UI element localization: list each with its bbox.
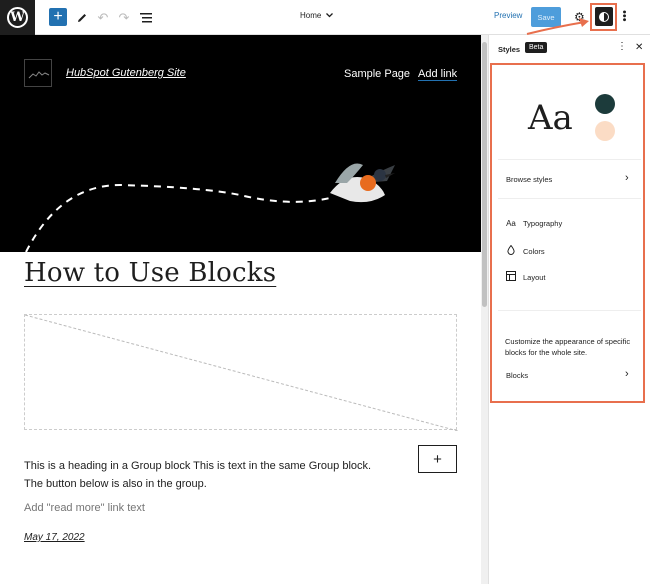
preview-typography: Aa — [528, 98, 573, 138]
palette-swatch-primary — [595, 94, 615, 114]
half-circle-icon — [599, 11, 609, 22]
droplet-icon — [506, 244, 516, 257]
close-icon: ✕ — [635, 42, 644, 53]
add-block-button[interactable]: + — [49, 8, 67, 26]
sidebar-options-button[interactable]: ⋮ — [617, 41, 627, 52]
hero-illustration — [25, 163, 395, 252]
annotation-arrow — [526, 18, 589, 35]
post-title[interactable]: How to Use Blocks — [24, 258, 276, 288]
site-editor: W + ↶ ↷ Home Preview Save ⚙ ••• HubSpot … — [0, 0, 650, 584]
divider — [498, 310, 641, 311]
divider — [498, 198, 641, 199]
sidebar-header: Styles Beta ⋮ ✕ — [489, 35, 650, 63]
bird-icon — [330, 163, 395, 203]
sidebar-item-layout[interactable]: Layout — [506, 271, 546, 283]
editor-toolbar: W + ↶ ↷ Home Preview Save ⚙ ••• — [0, 0, 650, 35]
undo-button[interactable]: ↶ — [96, 8, 110, 27]
site-header: HubSpot Gutenberg Site Sample Page Add l… — [0, 35, 481, 252]
blocks-button[interactable]: Blocks — [506, 371, 528, 380]
plus-icon: + — [433, 450, 442, 468]
typography-icon: Aa — [506, 219, 516, 228]
wordpress-logo-button[interactable]: W — [0, 0, 35, 35]
document-title-dropdown[interactable]: Home — [300, 11, 334, 20]
sidebar-close-button[interactable]: ✕ — [635, 42, 643, 53]
chevron-down-icon — [326, 13, 334, 18]
image-placeholder[interactable] — [24, 314, 458, 431]
list-view-button[interactable] — [138, 8, 154, 27]
styles-sidebar: Styles Beta ⋮ ✕ Aa Browse styles › Aa Ty… — [488, 35, 650, 584]
chevron-right-icon: › — [625, 368, 629, 380]
blocks-label: Blocks — [506, 371, 529, 380]
more-vertical-icon: ••• — [618, 10, 630, 22]
canvas-scrollbar-thumb[interactable] — [482, 42, 487, 307]
options-menu-button[interactable]: ••• — [618, 10, 630, 22]
redo-icon: ↷ — [118, 9, 130, 25]
read-more-placeholder[interactable]: Add "read more" link text — [24, 502, 145, 514]
document-title: Home — [300, 11, 322, 20]
palette-swatch-secondary — [595, 121, 615, 141]
group-add-block-button[interactable]: + — [418, 445, 457, 473]
more-vertical-icon: ⋮ — [617, 41, 627, 52]
chevron-right-icon: › — [625, 172, 629, 184]
sidebar-item-colors[interactable]: Colors — [506, 244, 545, 257]
list-view-icon — [140, 12, 152, 22]
styles-button[interactable] — [595, 7, 613, 26]
sidebar-item-label: Layout — [523, 272, 546, 282]
edit-tool-button[interactable] — [74, 8, 90, 27]
preview-button[interactable]: Preview — [494, 11, 522, 20]
beta-badge: Beta — [525, 42, 548, 53]
sidebar-item-label: Typography — [523, 219, 563, 228]
sidebar-item-typography[interactable]: Aa Typography — [506, 219, 562, 228]
sidebar-item-label: Colors — [523, 246, 545, 256]
wordpress-icon: W — [7, 7, 28, 28]
group-paragraph[interactable]: This is a heading in a Group block This … — [24, 457, 384, 493]
pencil-icon — [78, 13, 86, 22]
layout-icon — [506, 271, 516, 283]
undo-icon: ↶ — [97, 9, 109, 25]
sidebar-title: Styles — [498, 45, 521, 54]
redo-button[interactable]: ↷ — [117, 8, 131, 27]
style-preview: Aa — [498, 70, 641, 160]
blocks-description: Customize the appearance of specific blo… — [505, 337, 631, 357]
post-date[interactable]: May 17, 2022 — [24, 532, 85, 543]
placeholder-diagonal — [25, 315, 458, 431]
browse-styles-label: Browse styles — [506, 175, 553, 184]
browse-styles-button[interactable]: Browse styles — [506, 175, 552, 184]
